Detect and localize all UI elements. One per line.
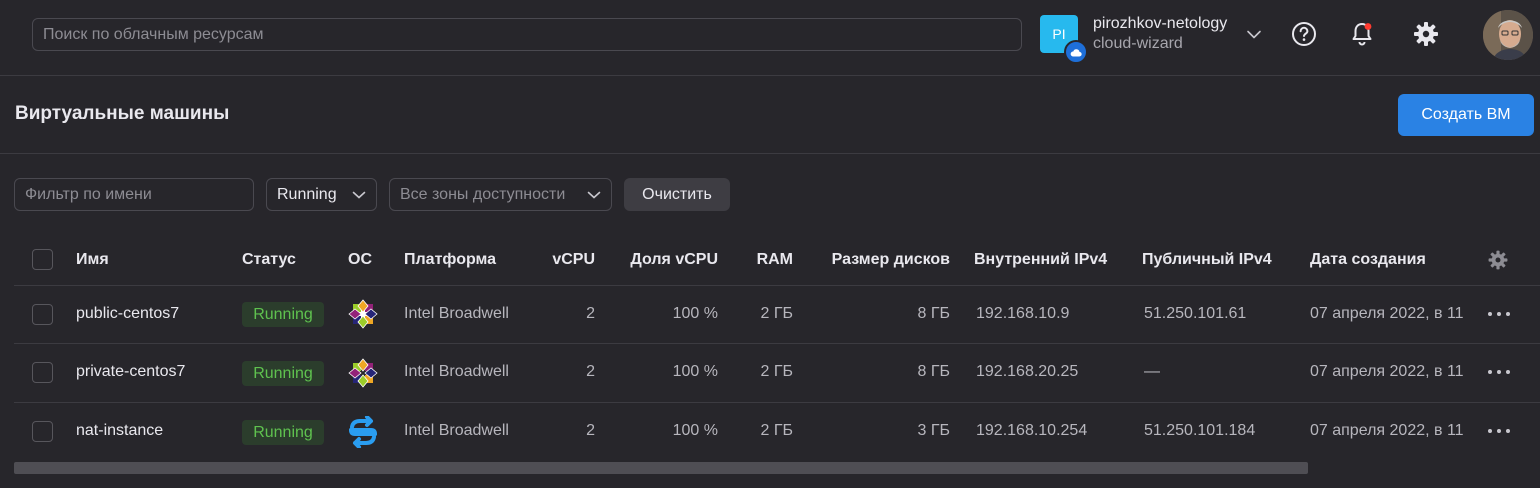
more-actions-icon[interactable] bbox=[1488, 426, 1510, 436]
ram-cell: 2 ГБ bbox=[760, 305, 793, 322]
cloud-icon bbox=[1064, 40, 1088, 64]
centos-icon bbox=[348, 358, 378, 388]
account-name[interactable]: pirozhkov-netology bbox=[1093, 15, 1227, 33]
row-checkbox[interactable] bbox=[32, 362, 53, 383]
ipv4-internal-cell: 192.168.20.25 bbox=[976, 363, 1079, 380]
chevron-down-icon[interactable] bbox=[1245, 27, 1263, 41]
vm-name-link[interactable]: nat-instance bbox=[76, 422, 163, 440]
status-badge: Running bbox=[242, 361, 324, 386]
ram-cell: 2 ГБ bbox=[760, 422, 793, 439]
search-input[interactable] bbox=[32, 18, 1022, 51]
centos-icon bbox=[348, 299, 378, 329]
vcpu-cell: 2 bbox=[586, 305, 595, 322]
disk-cell: 8 ГБ bbox=[917, 305, 950, 322]
column-header-created[interactable]: Дата создания bbox=[1310, 251, 1426, 269]
vcpu-share-cell: 100 % bbox=[672, 363, 718, 380]
zones-filter-placeholder: Все зоны доступности bbox=[400, 185, 566, 203]
vm-name-link[interactable]: public-centos7 bbox=[76, 305, 179, 323]
column-header-ipv4-internal[interactable]: Внутренний IPv4 bbox=[974, 251, 1107, 269]
ipv4-public-cell: 51.250.101.61 bbox=[1144, 305, 1247, 322]
row-checkbox[interactable] bbox=[32, 304, 53, 325]
top-bar: PI pirozhkov-netology cloud-wizard bbox=[0, 0, 1540, 76]
page-title: Виртуальные машины bbox=[15, 103, 230, 124]
platform-cell: Intel Broadwell bbox=[404, 422, 509, 439]
created-cell: 07 апреля 2022, в 11 bbox=[1310, 363, 1464, 380]
name-filter-input[interactable] bbox=[14, 178, 254, 211]
ipv4-public-cell: — bbox=[1144, 363, 1160, 380]
platform-cell: Intel Broadwell bbox=[404, 363, 509, 380]
disk-cell: 3 ГБ bbox=[917, 422, 950, 439]
help-icon[interactable] bbox=[1290, 20, 1318, 48]
divider bbox=[14, 285, 1540, 286]
column-header-name[interactable]: Имя bbox=[76, 251, 109, 269]
vm-name-link[interactable]: private-centos7 bbox=[76, 363, 185, 381]
chevron-down-icon bbox=[587, 191, 601, 199]
vcpu-cell: 2 bbox=[586, 422, 595, 439]
create-vm-button[interactable]: Создать ВМ bbox=[1398, 94, 1534, 136]
ipv4-public-cell: 51.250.101.184 bbox=[1144, 422, 1256, 439]
account-initials: PI bbox=[1052, 26, 1066, 42]
status-filter-value: Running bbox=[277, 185, 337, 203]
zones-filter-select[interactable]: Все зоны доступности bbox=[389, 178, 612, 211]
column-header-vcpu[interactable]: vCPU bbox=[530, 251, 595, 269]
column-header-ram[interactable]: RAM bbox=[735, 251, 793, 269]
divider bbox=[0, 153, 1540, 154]
chevron-down-icon bbox=[352, 191, 366, 199]
more-actions-icon[interactable] bbox=[1488, 309, 1510, 319]
vcpu-share-cell: 100 % bbox=[672, 422, 718, 439]
created-cell: 07 апреля 2022, в 11 bbox=[1310, 422, 1464, 439]
row-checkbox[interactable] bbox=[32, 421, 53, 442]
user-avatar[interactable] bbox=[1483, 10, 1533, 60]
ipv4-internal-cell: 192.168.10.254 bbox=[976, 422, 1088, 439]
horizontal-scrollbar[interactable] bbox=[14, 462, 1308, 474]
column-header-ipv4-public[interactable]: Публичный IPv4 bbox=[1142, 251, 1272, 269]
column-settings-gear-icon[interactable] bbox=[1486, 248, 1510, 272]
disk-cell: 8 ГБ bbox=[917, 363, 950, 380]
status-badge: Running bbox=[242, 420, 324, 445]
column-header-platform[interactable]: Платформа bbox=[404, 251, 496, 269]
column-header-disk[interactable]: Размер дисков bbox=[810, 251, 950, 269]
column-header-status[interactable]: Статус bbox=[242, 251, 296, 269]
vcpu-share-cell: 100 % bbox=[672, 305, 718, 322]
column-header-vcpu-share[interactable]: Доля vCPU bbox=[610, 251, 718, 269]
folder-name[interactable]: cloud-wizard bbox=[1093, 35, 1183, 53]
column-header-os[interactable]: ОС bbox=[348, 251, 372, 269]
clear-filters-button[interactable]: Очистить bbox=[624, 178, 730, 211]
more-actions-icon[interactable] bbox=[1488, 367, 1510, 377]
nat-instance-icon bbox=[348, 416, 378, 448]
bell-icon[interactable] bbox=[1348, 20, 1376, 48]
divider bbox=[14, 343, 1540, 344]
created-cell: 07 апреля 2022, в 11 bbox=[1310, 305, 1464, 322]
gear-icon[interactable] bbox=[1412, 20, 1440, 48]
divider bbox=[14, 402, 1540, 403]
notification-dot bbox=[1364, 23, 1372, 30]
ram-cell: 2 ГБ bbox=[760, 363, 793, 380]
status-filter-select[interactable]: Running bbox=[266, 178, 377, 211]
ipv4-internal-cell: 192.168.10.9 bbox=[976, 305, 1070, 322]
vcpu-cell: 2 bbox=[586, 363, 595, 380]
select-all-checkbox[interactable] bbox=[32, 249, 53, 270]
platform-cell: Intel Broadwell bbox=[404, 305, 509, 322]
status-badge: Running bbox=[242, 302, 324, 327]
